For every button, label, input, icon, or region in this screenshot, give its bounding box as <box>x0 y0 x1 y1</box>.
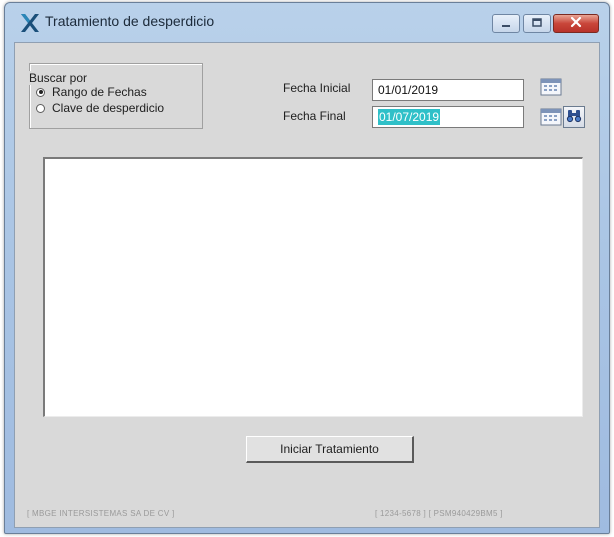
search-by-legend: Buscar por <box>27 71 90 85</box>
window-title: Tratamiento de desperdicio <box>45 13 215 29</box>
app-window: Tratamiento de desperdicio Buscar por Ra… <box>4 2 610 534</box>
end-date-value: 01/07/2019 <box>378 109 441 125</box>
minimize-icon <box>500 15 512 33</box>
binoculars-icon <box>566 107 582 128</box>
radio-label: Clave de desperdicio <box>52 101 165 115</box>
end-date-field[interactable]: 01/07/2019 <box>372 106 524 128</box>
company-status: [ MBGE INTERSISTEMAS SA DE CV ] <box>27 509 175 518</box>
start-treatment-button[interactable]: Iniciar Tratamiento <box>246 436 414 463</box>
maximize-icon <box>531 15 543 33</box>
end-date-calendar-button[interactable] <box>540 108 562 126</box>
app-logo-icon <box>19 12 41 34</box>
radio-button[interactable] <box>36 103 45 113</box>
codes-status: [ 1234-5678 ] [ PSM940429BM5 ] <box>375 509 503 518</box>
radio-date-range[interactable]: Rango de Fechas <box>36 85 147 99</box>
client-area: Buscar por Rango de Fechas Clave de desp… <box>14 42 600 528</box>
radio-button-checked[interactable] <box>36 87 45 97</box>
end-date-label: Fecha Final <box>283 109 346 123</box>
close-icon <box>569 15 583 33</box>
radio-waste-key[interactable]: Clave de desperdicio <box>36 101 164 115</box>
close-button[interactable] <box>553 14 599 33</box>
maximize-button[interactable] <box>523 14 551 33</box>
calendar-icon <box>540 78 562 100</box>
results-panel[interactable] <box>43 157 583 417</box>
title-bar[interactable]: Tratamiento de desperdicio <box>5 3 609 41</box>
search-button[interactable] <box>563 106 585 128</box>
start-date-field[interactable]: 01/01/2019 <box>372 79 524 101</box>
start-date-value: 01/01/2019 <box>378 83 439 97</box>
minimize-button[interactable] <box>492 14 520 33</box>
radio-label: Rango de Fechas <box>52 85 147 99</box>
start-date-label: Fecha Inicial <box>283 81 351 95</box>
calendar-icon <box>540 108 562 130</box>
start-date-calendar-button[interactable] <box>540 78 562 96</box>
